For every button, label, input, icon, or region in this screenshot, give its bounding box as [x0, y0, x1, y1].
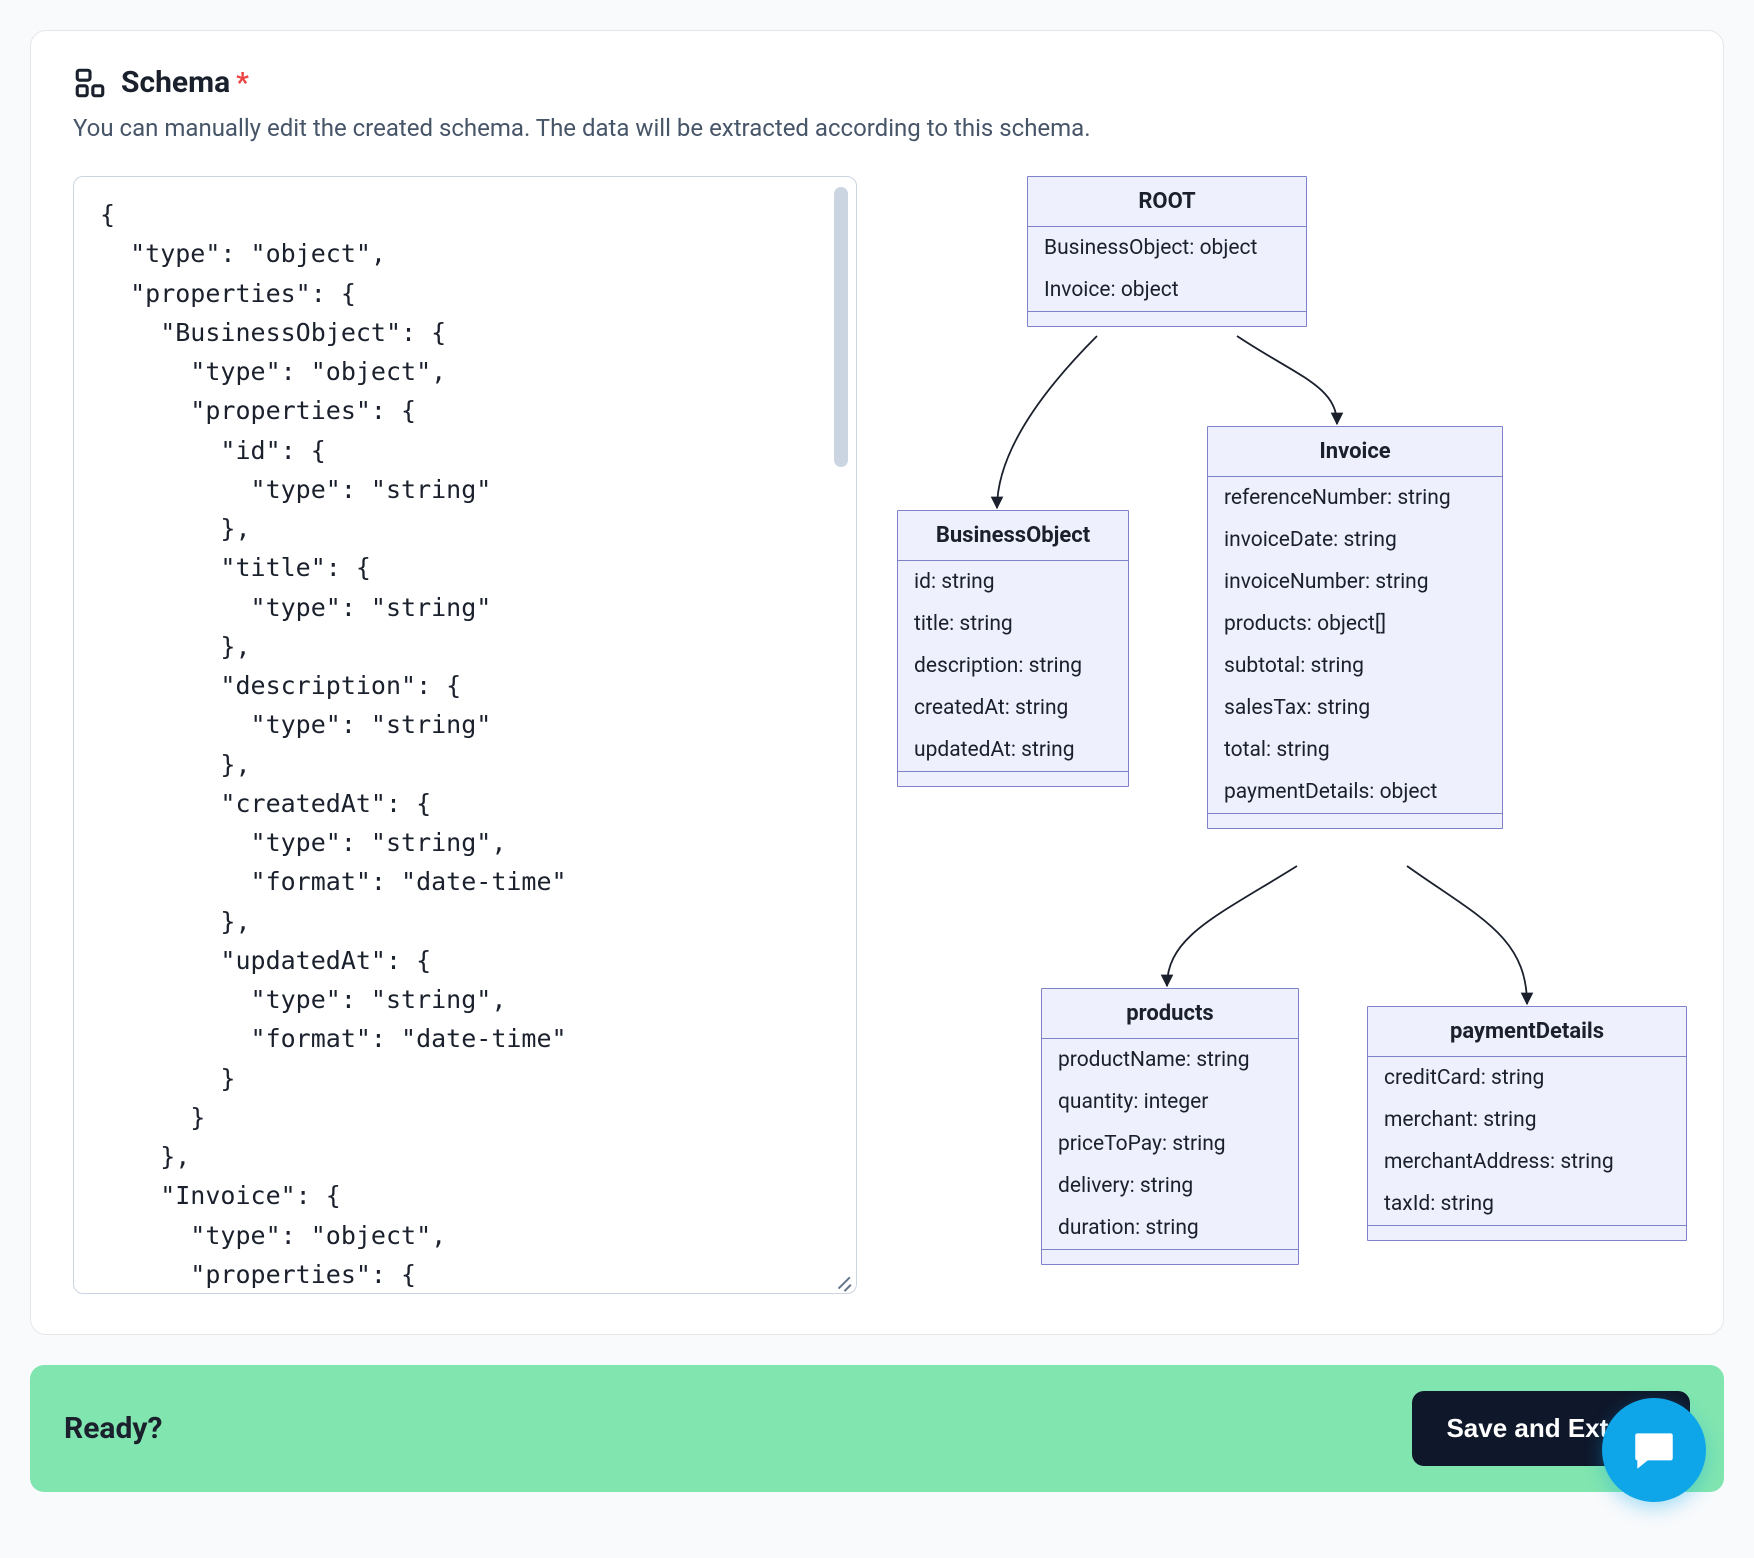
node-row: referenceNumber: string: [1208, 477, 1502, 519]
section-header: Schema *: [73, 65, 1681, 100]
schema-card: Schema * You can manually edit the creat…: [30, 30, 1724, 1335]
diagram-node-payment-details: paymentDetails creditCard: string mercha…: [1367, 1006, 1687, 1241]
diagram-node-root: ROOT BusinessObject: object Invoice: obj…: [1027, 176, 1307, 327]
section-title: Schema: [121, 65, 230, 100]
node-title: paymentDetails: [1368, 1007, 1686, 1057]
node-row: salesTax: string: [1208, 687, 1502, 729]
node-row: invoiceDate: string: [1208, 519, 1502, 561]
node-row: delivery: string: [1042, 1165, 1298, 1207]
node-row: createdAt: string: [898, 687, 1128, 729]
node-row: products: object[]: [1208, 603, 1502, 645]
diagram-node-invoice: Invoice referenceNumber: string invoiceD…: [1207, 426, 1503, 829]
node-row: subtotal: string: [1208, 645, 1502, 687]
node-row: quantity: integer: [1042, 1081, 1298, 1123]
node-row: Invoice: object: [1028, 269, 1306, 311]
section-subtitle: You can manually edit the created schema…: [73, 114, 1681, 142]
node-title: BusinessObject: [898, 511, 1128, 561]
node-row: title: string: [898, 603, 1128, 645]
node-row: duration: string: [1042, 1207, 1298, 1249]
node-row: BusinessObject: object: [1028, 227, 1306, 269]
editor-scrollbar[interactable]: [834, 187, 848, 467]
chat-button[interactable]: [1602, 1398, 1706, 1502]
node-row: id: string: [898, 561, 1128, 603]
schema-icon: [73, 66, 107, 100]
schema-diagram: ROOT BusinessObject: object Invoice: obj…: [897, 176, 1717, 1294]
ready-label: Ready?: [64, 1411, 162, 1446]
node-row: merchantAddress: string: [1368, 1141, 1686, 1183]
node-title: Invoice: [1208, 427, 1502, 477]
diagram-node-products: products productName: string quantity: i…: [1041, 988, 1299, 1265]
node-row: taxId: string: [1368, 1183, 1686, 1225]
schema-json-content[interactable]: { "type": "object", "properties": { "Bus…: [74, 177, 856, 1293]
schema-json-editor[interactable]: { "type": "object", "properties": { "Bus…: [73, 176, 857, 1294]
required-asterisk: *: [236, 66, 249, 99]
node-row: creditCard: string: [1368, 1057, 1686, 1099]
node-title: ROOT: [1028, 177, 1306, 227]
diagram-node-business-object: BusinessObject id: string title: string …: [897, 510, 1129, 787]
chat-icon: [1629, 1425, 1679, 1475]
node-row: description: string: [898, 645, 1128, 687]
node-row: merchant: string: [1368, 1099, 1686, 1141]
node-row: paymentDetails: object: [1208, 771, 1502, 813]
node-row: updatedAt: string: [898, 729, 1128, 771]
node-row: invoiceNumber: string: [1208, 561, 1502, 603]
node-row: productName: string: [1042, 1039, 1298, 1081]
ready-bar: Ready? Save and Extract: [30, 1365, 1724, 1492]
editor-resize-handle[interactable]: [832, 1269, 852, 1289]
node-row: total: string: [1208, 729, 1502, 771]
node-row: priceToPay: string: [1042, 1123, 1298, 1165]
node-title: products: [1042, 989, 1298, 1039]
